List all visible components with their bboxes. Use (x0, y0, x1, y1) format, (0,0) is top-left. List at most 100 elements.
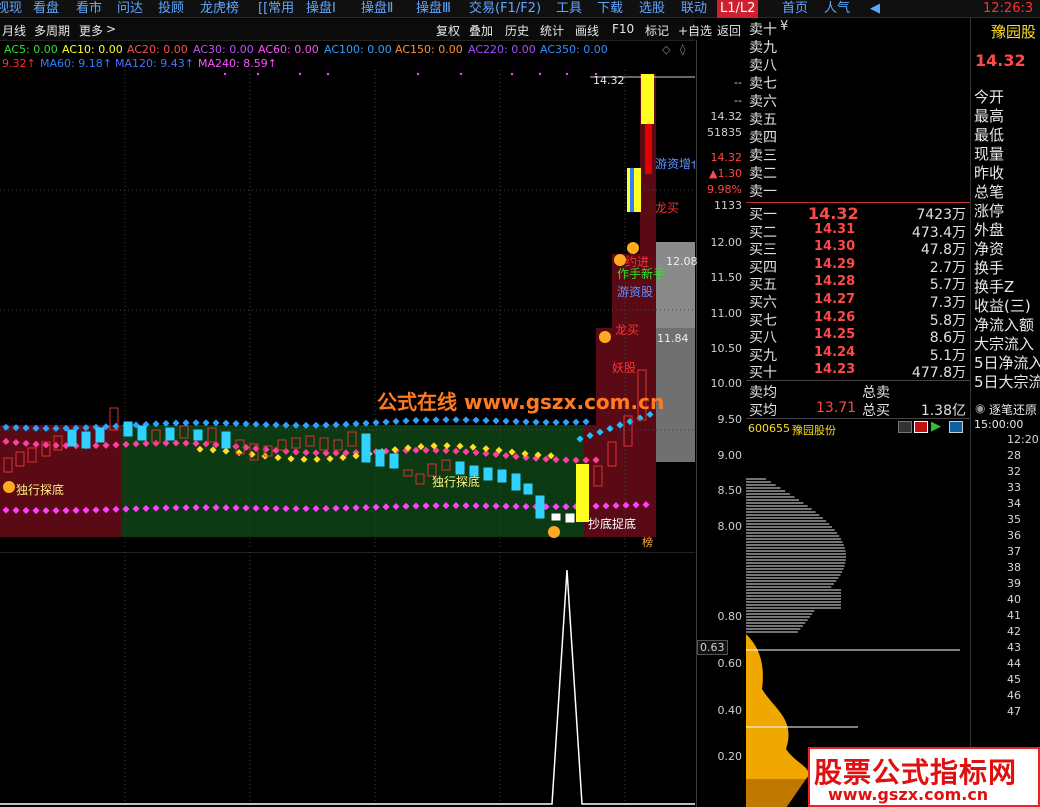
candle (511, 473, 521, 491)
toolbar-history-button[interactable]: 历史 (505, 22, 529, 39)
ask-row[interactable]: 卖七 (746, 73, 970, 92)
menu-item[interactable]: 操盘Ⅱ (361, 0, 393, 18)
menu-item[interactable]: 选股 (639, 0, 665, 18)
bid-row[interactable]: 买五 14.28 5.7万 (746, 274, 970, 293)
info-label: 5日大宗流 (974, 373, 1040, 391)
ask-row[interactable]: 卖六 (746, 91, 970, 110)
signal-label: 龙买 (655, 201, 679, 215)
ma-dot (562, 418, 570, 426)
ask-label: 卖一 (749, 184, 777, 200)
bottom-signal-icon (3, 481, 15, 493)
tab-l1-l2[interactable]: L1/L2 (717, 0, 759, 18)
axis-label: 8.50 (717, 484, 743, 497)
menu-item[interactable]: 交易(F1/F2) (469, 0, 541, 18)
axis-label: ▲1.30 (709, 167, 742, 180)
settings-icon[interactable]: ◊ (680, 43, 685, 56)
bid-price: 14.23 (814, 362, 856, 378)
indicator-value: AC20: 0.00 (127, 43, 188, 56)
axis-label: 8.00 (717, 520, 743, 533)
axis-label: 0.80 (717, 610, 743, 623)
tick-time: 32 (1007, 465, 1021, 478)
menu-item[interactable]: 工具 (556, 0, 582, 18)
order-book: 卖十 ¥ 卖九卖八 卖七 卖六 卖五 卖四 卖三卖二卖一 买一 14.32 7423万 买二 14.3… (746, 18, 970, 419)
ask-row[interactable]: 卖十 ¥ (746, 19, 970, 38)
axis-dash: -- (734, 76, 742, 89)
ask-label: 卖二 (749, 166, 777, 182)
toolbar-add-watchlist-button[interactable]: +自选 (678, 22, 712, 39)
toolbar-draw-button[interactable]: 画线 (575, 22, 599, 39)
menu-item-home[interactable]: 首页 (782, 0, 808, 18)
menu-item[interactable]: 操盘Ⅰ (306, 0, 336, 18)
axis-label: 11.00 (710, 307, 743, 320)
toolbar-overlay-button[interactable]: 叠加 (469, 22, 493, 39)
ask-row[interactable]: 卖三 (746, 145, 970, 164)
bid-row[interactable]: 买三 14.30 47.8万 (746, 239, 970, 258)
indicator-value: MA120: 9.43↑ (115, 57, 194, 70)
indicator-value: MA240: 8.59↑ (198, 57, 277, 70)
ask-row[interactable]: 卖五 (746, 109, 970, 128)
menu-item[interactable]: 联动 (681, 0, 707, 18)
menu-item-popularity[interactable]: 人气 (824, 0, 850, 18)
tick-time: 33 (1007, 481, 1021, 494)
candle (123, 421, 133, 437)
candle (523, 483, 533, 495)
tick-time: 42 (1007, 625, 1021, 638)
ask-row[interactable]: 卖一 (746, 181, 970, 200)
bid-row[interactable]: 买四 14.29 2.7万 (746, 257, 970, 276)
menu-item[interactable]: [[常用 (258, 0, 294, 18)
top-menu-bar: 视现 看盘 看市 问达 投顾 龙虎榜 [[常用 操盘Ⅰ 操盘Ⅱ 操盘Ⅲ 交易(F… (0, 0, 1040, 18)
info-label: 收益(三) (974, 297, 1031, 315)
ma-dot (382, 418, 390, 426)
tick-time: 45 (1007, 673, 1021, 686)
toolbar-f10-button[interactable]: F10 (612, 22, 634, 36)
toolbar-back-button[interactable]: 返回 (717, 22, 741, 39)
stock-info-panel: 豫园股 14.32 今开 最高 最低 现量 昨收 总笔 涨停 外盘 净资 换手 换手Z 收益(三) 净流… (970, 18, 1040, 418)
axis-dash: -- (734, 94, 742, 107)
ma-dot (552, 418, 560, 426)
tick-time: 44 (1007, 657, 1021, 670)
signal-label: 抄底捉底 (588, 516, 636, 531)
ma-dot (422, 416, 430, 424)
toolbar-stats-button[interactable]: 统计 (540, 22, 564, 39)
ask-row[interactable]: 卖九 (746, 37, 970, 56)
bid-row[interactable]: 买十 14.23 477.8万 (746, 362, 970, 381)
ma-dot (392, 417, 400, 425)
toolbar-mark-button[interactable]: 标记 (645, 22, 669, 39)
ask-label: 卖八 (749, 58, 777, 74)
diamond-icon[interactable]: ◇ (662, 43, 670, 56)
tick-time: 37 (1007, 545, 1021, 558)
menu-item[interactable]: 视现 (0, 0, 22, 18)
more-button[interactable]: 更多 (79, 22, 103, 39)
kline-chart[interactable]: 14.32 ⌃ 独行探底 独行探底 龙买 龙买 妖股 游资增仓 作手新手 游资股… (0, 70, 695, 550)
bid-row[interactable]: 买七 14.26 5.8万 (746, 310, 970, 329)
bottom-signal-icon (599, 331, 611, 343)
bid-row[interactable]: 买六 14.27 7.3万 (746, 292, 970, 311)
ma-dot (522, 418, 530, 426)
ask-row[interactable]: 卖八 (746, 55, 970, 74)
back-arrow-icon[interactable]: ◀ (870, 0, 880, 18)
indicator-panel[interactable] (0, 552, 695, 807)
candle (535, 495, 545, 519)
ask-row[interactable]: 卖二 (746, 163, 970, 182)
bid-row[interactable]: 买一 14.32 7423万 (746, 204, 970, 223)
chevron-right-icon[interactable]: > (106, 22, 116, 36)
indicator-line (0, 569, 695, 805)
menu-item[interactable]: 投顾 (158, 0, 184, 18)
menu-item[interactable]: 问达 (117, 0, 143, 18)
marker-dots (223, 72, 598, 76)
ask-row[interactable]: 卖四 (746, 127, 970, 146)
bid-row[interactable]: 买九 14.24 5.1万 (746, 345, 970, 364)
menu-item[interactable]: 看市 (76, 0, 102, 18)
period-selector[interactable]: 月线 (2, 22, 26, 39)
axis-label: 14.32 (710, 151, 743, 164)
menu-item[interactable]: 看盘 (33, 0, 59, 18)
multi-period-button[interactable]: 多周期 (34, 22, 70, 39)
bid-row[interactable]: 买二 14.31 473.4万 (746, 222, 970, 241)
axis-current-label: 0.63 (697, 640, 728, 655)
collapse-icon[interactable]: ◉ (975, 401, 985, 415)
bid-row[interactable]: 买八 14.25 8.6万 (746, 327, 970, 346)
menu-item[interactable]: 龙虎榜 (200, 0, 239, 18)
menu-item[interactable]: 下载 (597, 0, 623, 18)
toolbar-restore-button[interactable]: 复权 (436, 22, 460, 39)
menu-item[interactable]: 操盘Ⅲ (416, 0, 451, 18)
